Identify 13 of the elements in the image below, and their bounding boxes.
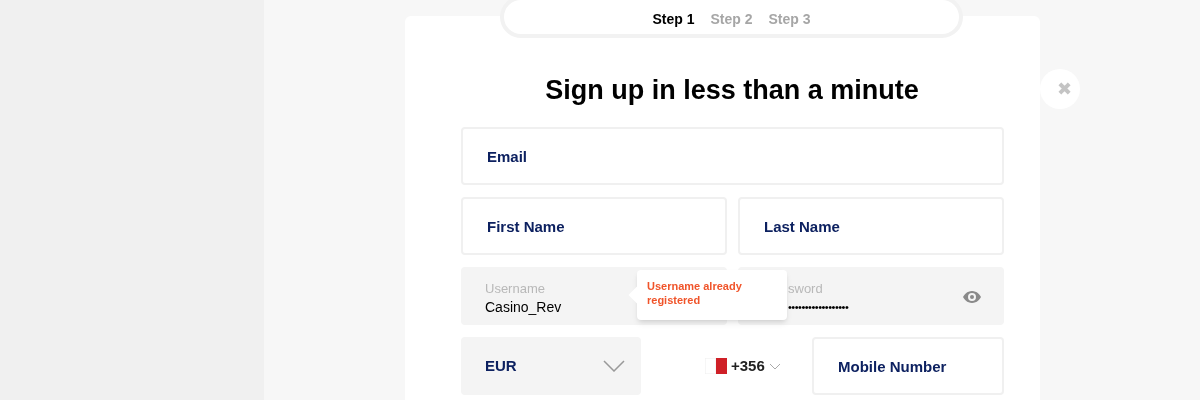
email-field[interactable]: Email bbox=[461, 127, 1004, 185]
first-name-field[interactable]: First Name bbox=[461, 197, 727, 255]
chevron-down-icon bbox=[603, 360, 625, 372]
flag-icon bbox=[705, 358, 727, 374]
chevron-down-icon bbox=[768, 362, 781, 370]
last-name-field[interactable]: Last Name bbox=[738, 197, 1004, 255]
form-title: Sign up in less than a minute bbox=[545, 74, 919, 107]
country-code-select[interactable]: +356 bbox=[705, 350, 795, 382]
currency-select[interactable]: EUR bbox=[461, 337, 641, 395]
eye-icon[interactable] bbox=[962, 290, 982, 304]
error-tooltip: Username already registered bbox=[637, 270, 787, 320]
step-tab[interactable]: Step 1 bbox=[652, 8, 695, 30]
mobile-number-field[interactable]: Mobile Number bbox=[812, 337, 1004, 395]
